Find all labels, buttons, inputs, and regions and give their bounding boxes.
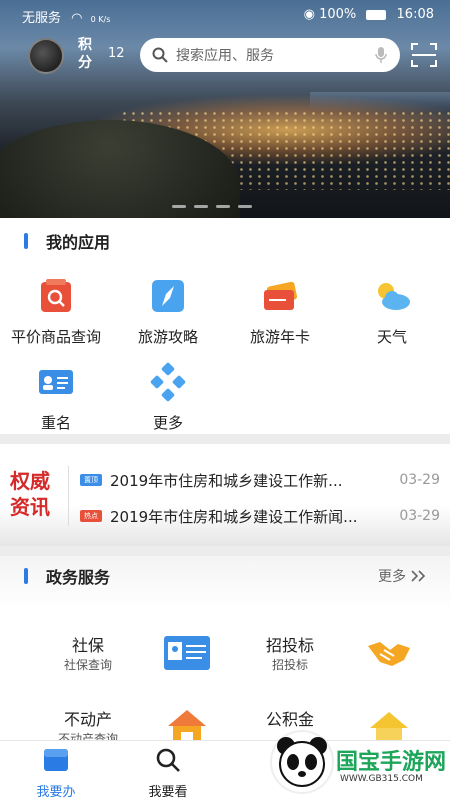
app-label: 更多	[152, 414, 183, 432]
avatar[interactable]	[28, 38, 64, 74]
search-tab-icon	[156, 748, 180, 772]
app-label: 重名	[40, 414, 71, 432]
watermark-url: WWW.GB315.COM	[340, 774, 423, 784]
watermark-text: 国宝手游网	[336, 750, 447, 775]
status-left: 无服务 ◠ 0 K/s	[22, 7, 110, 26]
battery-text: 100%	[319, 7, 357, 22]
carrier-text: 无服务	[22, 11, 62, 26]
todo-tab-icon	[44, 749, 68, 771]
net-speed: 0 K/s	[90, 15, 111, 24]
news-tag: 置顶	[80, 474, 102, 486]
app-more[interactable]: 更多	[112, 362, 224, 433]
eye-icon: ◉	[303, 7, 315, 22]
watermark: 国宝手游网 WWW.GB315.COM	[262, 712, 450, 800]
banner-dot	[238, 205, 252, 208]
app-label: 天气	[376, 328, 407, 346]
banner-indicator	[172, 205, 252, 208]
battery-icon	[366, 9, 387, 20]
microphone-icon[interactable]	[374, 46, 388, 64]
clock-text: 16:08	[396, 7, 434, 22]
app-weather[interactable]: 天气	[336, 276, 448, 347]
service-name: 社保	[71, 636, 104, 655]
points-value[interactable]: 12	[108, 46, 125, 61]
search-icon	[152, 47, 168, 63]
service-sub: 招投标	[271, 658, 308, 672]
section-divider	[0, 434, 450, 444]
service-sub: 社保查询	[63, 658, 112, 672]
compass-icon	[152, 280, 184, 312]
status-right: ◉ 100% 16:08	[304, 7, 434, 22]
search-placeholder: 搜索应用、服务	[176, 48, 274, 64]
more-label: 更多	[378, 569, 406, 585]
panda-face-icon	[277, 737, 327, 787]
service-name: 招投标	[265, 636, 314, 655]
news-title: 2019年市住房和城乡建设工作新...	[110, 471, 343, 490]
service-name: 不动产	[63, 710, 112, 729]
nav-label: 我要办	[36, 785, 76, 800]
banner-dot	[194, 205, 208, 208]
news-brand-logo: 权威资讯	[10, 469, 50, 519]
points-label[interactable]: 积分	[78, 36, 98, 72]
section-divider	[0, 546, 450, 556]
more-diamonds-icon	[150, 362, 186, 402]
app-label: 旅游攻略	[137, 328, 198, 346]
status-bar: 无服务 ◠ 0 K/s ◉ 100% 16:08	[0, 0, 450, 30]
social-security-card-icon	[164, 636, 210, 670]
app-travel-card[interactable]: 旅游年卡	[224, 276, 336, 347]
service-social-security[interactable]: 社保 社保查询	[30, 632, 230, 688]
app-label: 平价商品查询	[10, 328, 101, 346]
news-date: 03-29	[399, 472, 440, 488]
search-input[interactable]: 搜索应用、服务	[140, 38, 400, 72]
my-apps-title: 我的应用	[46, 233, 111, 252]
more-link[interactable]: 更多	[378, 566, 428, 586]
news-divider	[68, 466, 69, 526]
banner-dot	[172, 205, 186, 208]
scan-icon[interactable]	[410, 42, 438, 68]
news-title: 2019年市住房和城乡建设工作新闻...	[110, 507, 358, 526]
section-accent-bar	[24, 568, 28, 584]
hero-banner[interactable]	[0, 0, 450, 218]
gov-services-title: 政务服务	[46, 568, 111, 587]
app-travel-guide[interactable]: 旅游攻略	[112, 276, 224, 347]
news-item[interactable]: 热点 2019年市住房和城乡建设工作新闻... 03-29	[80, 504, 440, 528]
my-apps-header: 我的应用	[24, 231, 111, 252]
panda-logo-icon	[270, 730, 334, 794]
handshake-icon	[368, 642, 410, 666]
gov-services-header: 政务服务	[24, 566, 111, 587]
news-tag: 热点	[80, 510, 102, 522]
nav-label: 我要看	[148, 785, 188, 800]
double-chevron-right-icon	[411, 570, 426, 582]
news-panel: 权威资讯 置顶 2019年市住房和城乡建设工作新... 03-29 热点 201…	[0, 446, 450, 546]
weather-icon	[378, 283, 410, 310]
news-item[interactable]: 置顶 2019年市住房和城乡建设工作新... 03-29	[80, 468, 440, 492]
app-price-query[interactable]: 平价商品查询	[0, 276, 112, 347]
service-bidding[interactable]: 招投标 招投标	[232, 632, 432, 688]
ticket-card-icon	[264, 281, 298, 310]
section-accent-bar	[24, 233, 28, 249]
nav-item-todo[interactable]: 我要办	[16, 747, 96, 800]
top-bar: 积分 12 搜索应用、服务	[0, 34, 450, 78]
banner-dot	[216, 205, 230, 208]
id-card-icon	[39, 370, 73, 394]
price-search-icon	[41, 279, 71, 312]
wifi-icon: ◠	[71, 11, 83, 26]
app-duplicate-name[interactable]: 重名	[0, 362, 112, 433]
app-label: 旅游年卡	[249, 328, 310, 346]
news-date: 03-29	[399, 508, 440, 524]
nav-item-browse[interactable]: 我要看	[128, 747, 208, 800]
